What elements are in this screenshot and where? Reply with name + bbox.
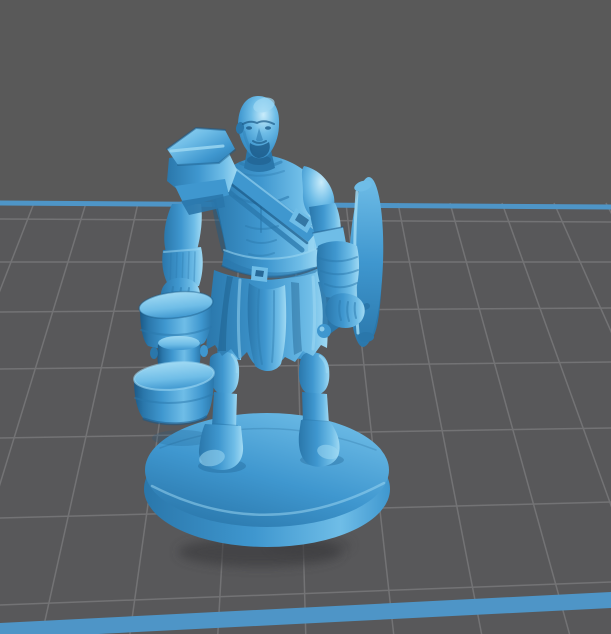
scene-canvas — [0, 0, 611, 634]
base-disc[interactable] — [144, 413, 390, 547]
3d-viewport[interactable] — [0, 0, 611, 634]
